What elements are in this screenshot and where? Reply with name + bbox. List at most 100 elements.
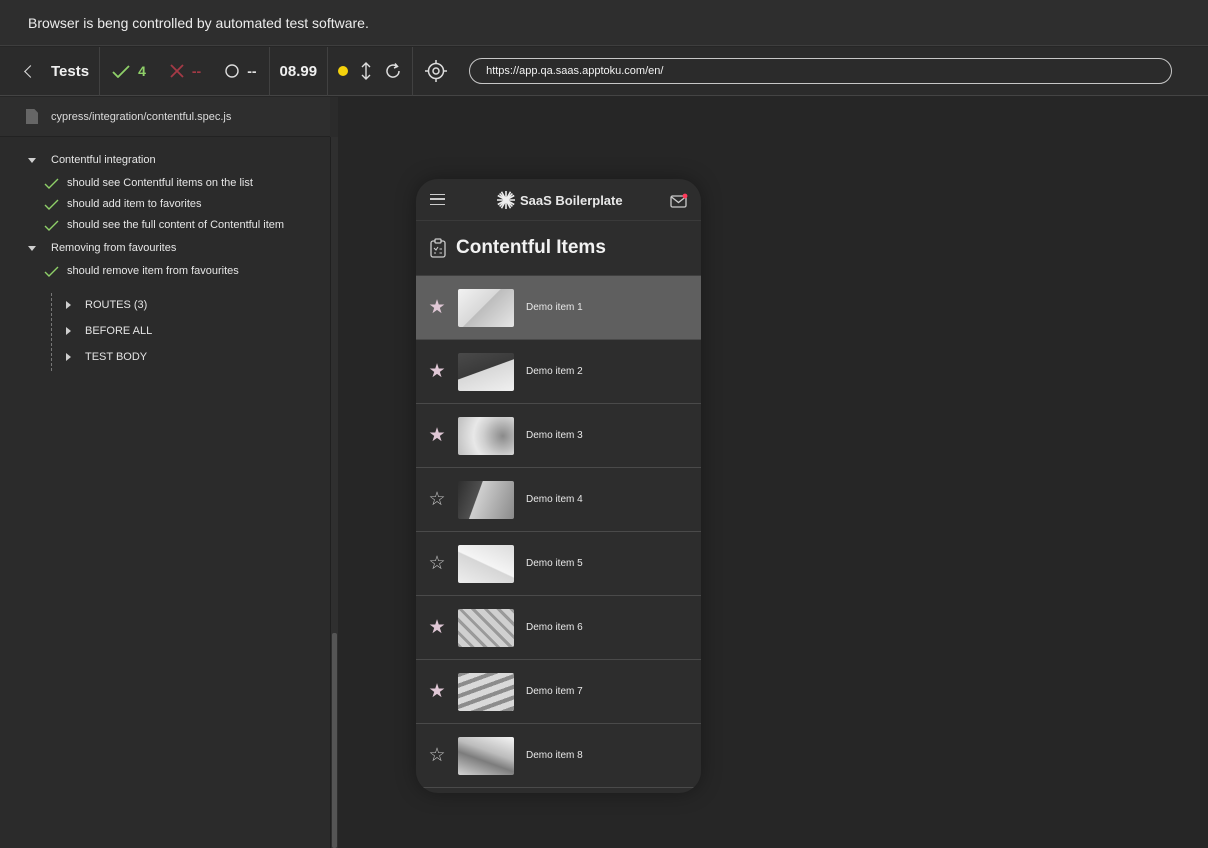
command-group[interactable]: ROUTES (3) (66, 299, 147, 311)
page-title: Contentful Items (456, 237, 606, 258)
test-row[interactable]: should see the full content of Contentfu… (44, 219, 284, 231)
test-title: should remove item from favourites (67, 265, 239, 277)
suite-title: Removing from favourites (51, 242, 177, 254)
contentful-item-list: ★ Demo item 1 ★ Demo item 2 ★ Demo item 3 ☆ Dem… (416, 276, 701, 788)
run-controls (328, 47, 412, 95)
list-item[interactable]: ★ Demo item 6 (416, 596, 701, 660)
scrollbar-thumb[interactable] (332, 633, 337, 848)
caret-right-icon (66, 327, 71, 335)
check-icon (44, 266, 59, 277)
running-status-dot (338, 66, 349, 76)
url-bar[interactable]: https://app.qa.saas.apptoku.com/en/ (469, 58, 1173, 84)
list-item[interactable]: ☆ Demo item 4 (416, 468, 701, 532)
pending-stat: -- (225, 63, 257, 79)
list-item[interactable]: ★ Demo item 1 (416, 276, 701, 340)
clipboard-icon (430, 238, 446, 258)
list-item[interactable]: ★ Demo item 2 (416, 340, 701, 404)
item-thumbnail (458, 288, 514, 327)
star-filled-icon[interactable]: ★ (416, 424, 458, 447)
caret-down-icon (28, 157, 36, 163)
list-item[interactable]: ☆ Demo item 8 (416, 724, 701, 788)
command-group[interactable]: BEFORE ALL (66, 325, 152, 337)
circle-icon (225, 64, 239, 78)
item-name: Demo item 7 (526, 686, 583, 697)
test-title: should add item to favorites (67, 198, 202, 210)
suite-title: Contentful integration (51, 154, 156, 166)
failed-stat: -- (170, 63, 201, 79)
item-thumbnail (458, 480, 514, 519)
star-filled-icon[interactable]: ★ (416, 360, 458, 383)
item-thumbnail (458, 672, 514, 711)
list-item[interactable]: ★ Demo item 7 (416, 660, 701, 724)
star-outline-icon[interactable]: ☆ (416, 744, 458, 767)
item-name: Demo item 4 (526, 494, 583, 505)
list-item[interactable]: ★ Demo item 3 (416, 404, 701, 468)
pending-count: -- (247, 63, 257, 79)
item-thumbnail (458, 416, 514, 455)
menu-icon[interactable] (430, 194, 445, 205)
star-outline-icon[interactable]: ☆ (416, 552, 458, 575)
brand[interactable]: SaaS Boilerplate (496, 190, 623, 210)
star-outline-icon[interactable]: ☆ (416, 488, 458, 511)
test-row[interactable]: should see Contentful items on the list (44, 177, 253, 189)
caret-down-icon (28, 245, 36, 251)
auto-scroll-icon[interactable] (360, 62, 372, 80)
reload-icon[interactable] (384, 62, 402, 80)
spec-file-row[interactable]: cypress/integration/contentful.spec.js (0, 97, 330, 137)
tests-label: Tests (51, 62, 90, 80)
item-thumbnail (458, 608, 514, 647)
failed-count: -- (191, 63, 202, 79)
command-group[interactable]: TEST BODY (66, 351, 147, 363)
star-filled-icon[interactable]: ★ (416, 296, 458, 319)
passed-stat: 4 (112, 63, 146, 79)
suite-row[interactable]: Removing from favourites (0, 242, 176, 254)
app-preview: SaaS Boilerplate Contentful Items ★ Demo … (416, 179, 701, 793)
page-header: Contentful Items (416, 221, 701, 276)
suite-row[interactable]: Contentful integration (0, 154, 156, 166)
item-thumbnail (458, 736, 514, 775)
item-name: Demo item 6 (526, 622, 583, 633)
item-name: Demo item 5 (526, 558, 583, 569)
item-name: Demo item 8 (526, 750, 583, 761)
crosshair-icon (425, 60, 448, 82)
command-log-guide (51, 293, 52, 371)
file-icon (26, 109, 38, 124)
brand-name: SaaS Boilerplate (520, 192, 623, 208)
item-name: Demo item 3 (526, 430, 583, 441)
test-title: should see the full content of Contentfu… (67, 219, 285, 231)
item-name: Demo item 1 (526, 302, 583, 313)
mail-notification-icon[interactable] (670, 193, 688, 209)
test-title: should see Contentful items on the list (67, 177, 253, 189)
test-row[interactable]: should remove item from favourites (44, 265, 239, 277)
sidebar-scrollbar[interactable] (330, 137, 338, 848)
automation-banner: Browser is beng controlled by automated … (0, 0, 1208, 46)
check-icon (44, 199, 59, 210)
duration: 08.99 (279, 62, 318, 80)
automation-banner-text: Browser is beng controlled by automated … (28, 14, 369, 31)
check-icon (112, 64, 130, 78)
runner-toolbar: Tests 4 -- -- 08.99 https://app.qa.saas.… (0, 46, 1208, 96)
spec-file-name: cypress/integration/contentful.spec.js (51, 110, 232, 123)
caret-right-icon (66, 353, 71, 361)
url-text: https://app.qa.saas.apptoku.com/en/ (486, 65, 664, 77)
check-icon (44, 220, 59, 231)
test-row[interactable]: should add item to favorites (44, 198, 202, 210)
logo-icon (497, 191, 515, 209)
star-filled-icon[interactable]: ★ (416, 680, 458, 703)
star-filled-icon[interactable]: ★ (416, 616, 458, 639)
reporter-sidebar: cypress/integration/contentful.spec.js C… (0, 97, 338, 848)
check-icon (44, 178, 59, 189)
item-thumbnail (458, 544, 514, 583)
chevron-left-icon (24, 64, 37, 78)
test-stats: 4 -- -- (100, 47, 268, 95)
list-item[interactable]: ☆ Demo item 5 (416, 532, 701, 596)
x-icon (170, 64, 184, 78)
item-thumbnail (458, 352, 514, 391)
passed-count: 4 (138, 63, 146, 79)
command-label: BEFORE ALL (85, 325, 153, 337)
command-label: TEST BODY (85, 351, 148, 363)
caret-right-icon (66, 301, 71, 309)
selector-playground-button[interactable] (413, 47, 457, 95)
back-to-tests-button[interactable]: Tests (0, 47, 99, 95)
command-label: ROUTES (3) (85, 299, 148, 311)
